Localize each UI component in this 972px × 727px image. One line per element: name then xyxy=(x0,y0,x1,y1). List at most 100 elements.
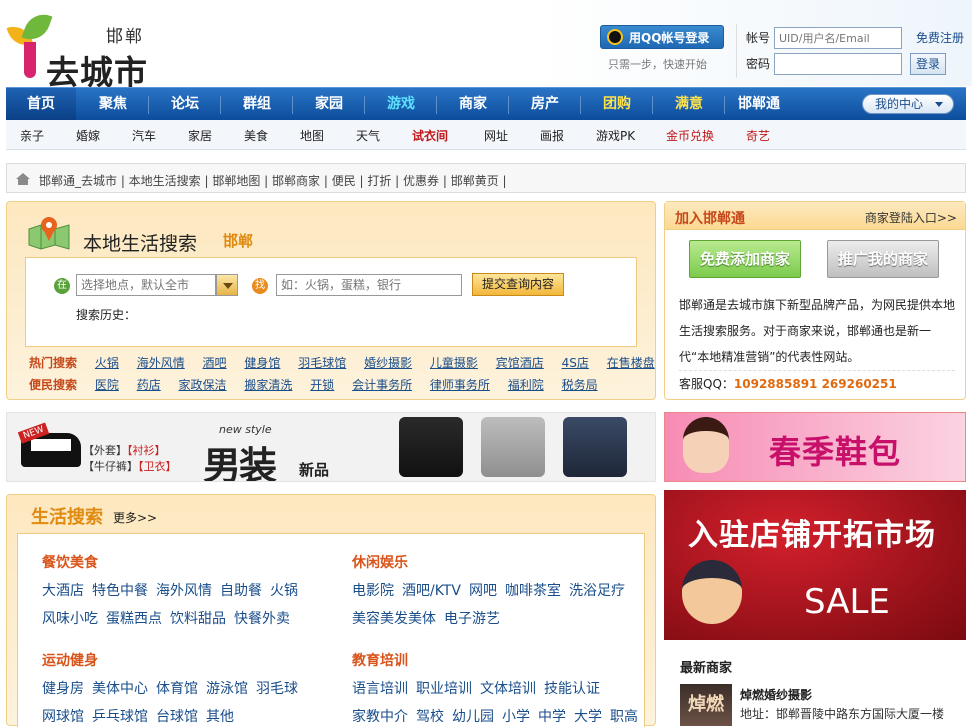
category-link[interactable]: 幼儿园 xyxy=(452,709,494,725)
nav-item-home[interactable]: 首页 xyxy=(6,88,76,121)
subnav-item[interactable]: 亲子 xyxy=(20,127,44,144)
search-city[interactable]: 邯郸 xyxy=(223,230,253,251)
hot-search-link[interactable]: 火锅 xyxy=(95,356,119,370)
breadcrumb-links[interactable]: 邯郸通_去城市 | 本地生活搜索 | 邯郸地图 | 邯郸商家 | 便民 | 打折… xyxy=(39,172,507,189)
convenience-link[interactable]: 医院 xyxy=(95,378,119,392)
category-link[interactable]: 海外风情 xyxy=(156,583,212,599)
hot-search-link[interactable]: 婚纱摄影 xyxy=(364,356,412,370)
subnav-item[interactable]: 游戏PK xyxy=(596,127,635,144)
category-link[interactable]: 特色中餐 xyxy=(92,583,148,599)
home-icon[interactable] xyxy=(15,172,31,186)
convenience-link[interactable]: 药店 xyxy=(137,378,161,392)
support-qq-numbers[interactable]: 1092885891 269260251 xyxy=(734,377,897,391)
hot-search-link[interactable]: 羽毛球馆 xyxy=(298,356,346,370)
category-link[interactable]: 大学 xyxy=(574,709,602,725)
menswear-banner[interactable]: NEW 【外套】【衬衫】 【牛仔裤】【卫衣】 new style 男装 新品 xyxy=(6,412,656,482)
subnav-item[interactable]: 地图 xyxy=(300,127,324,144)
category-link[interactable]: 语言培训 xyxy=(352,681,408,697)
add-merchant-button[interactable]: 免费添加商家 xyxy=(689,240,801,278)
nav-item-satisfied[interactable]: 满意 xyxy=(654,88,724,121)
category-link[interactable]: 蛋糕西点 xyxy=(106,611,162,627)
category-link[interactable]: 咖啡茶室 xyxy=(505,583,561,599)
nav-item-handantong[interactable]: 邯郸通 xyxy=(726,88,792,121)
category-link[interactable]: 美容美发美体 xyxy=(352,611,436,627)
category-link[interactable]: 网球馆 xyxy=(42,709,84,725)
category-link[interactable]: 羽毛球 xyxy=(256,681,298,697)
convenience-link[interactable]: 律师事务所 xyxy=(430,378,490,392)
category-link[interactable]: 驾校 xyxy=(416,709,444,725)
category-link[interactable]: 职业培训 xyxy=(416,681,472,697)
account-input[interactable] xyxy=(774,27,902,49)
convenience-link[interactable]: 会计事务所 xyxy=(352,378,412,392)
category-edu-title[interactable]: 教育培训 xyxy=(352,650,408,670)
subnav-item[interactable]: 网址 xyxy=(484,127,508,144)
subnav-item[interactable]: 婚嫁 xyxy=(76,127,100,144)
subnav-item-fitting-room[interactable]: 试衣间 xyxy=(412,127,448,144)
hot-search-link[interactable]: 在售楼盘 xyxy=(607,356,655,370)
nav-item-realestate[interactable]: 房产 xyxy=(510,88,580,121)
register-link[interactable]: 免费注册 xyxy=(916,29,964,46)
nav-item-groups[interactable]: 群组 xyxy=(222,88,292,121)
category-link[interactable]: 中学 xyxy=(538,709,566,725)
subnav-item-coins[interactable]: 金币兑换 xyxy=(666,127,714,144)
category-link[interactable]: 网吧 xyxy=(469,583,497,599)
subnav-item[interactable]: 美食 xyxy=(244,127,268,144)
hot-search-link[interactable]: 健身馆 xyxy=(244,356,280,370)
place-input[interactable] xyxy=(76,274,216,296)
category-link[interactable]: 快餐外卖 xyxy=(234,611,290,627)
hot-search-link[interactable]: 宾馆酒店 xyxy=(496,356,544,370)
category-link[interactable]: 其他 xyxy=(206,709,234,725)
category-link[interactable]: 乒乓球馆 xyxy=(92,709,148,725)
category-link[interactable]: 洗浴足疗 xyxy=(569,583,625,599)
promote-merchant-button[interactable]: 推广我的商家 xyxy=(827,240,939,278)
subnav-item[interactable]: 家居 xyxy=(188,127,212,144)
merchant-name[interactable]: 焯燃婚纱摄影 xyxy=(740,686,812,703)
category-link[interactable]: 文体培训 xyxy=(480,681,536,697)
convenience-link[interactable]: 福利院 xyxy=(508,378,544,392)
category-link[interactable]: 台球馆 xyxy=(156,709,198,725)
subnav-item[interactable]: 画报 xyxy=(540,127,564,144)
category-link[interactable]: 美体中心 xyxy=(92,681,148,697)
category-link[interactable]: 电子游艺 xyxy=(444,611,500,627)
merchant-login-link[interactable]: 商家登陆入口>> xyxy=(865,209,957,226)
category-link[interactable]: 电影院 xyxy=(352,583,394,599)
category-link[interactable]: 健身房 xyxy=(42,681,84,697)
convenience-link[interactable]: 税务局 xyxy=(562,378,598,392)
subnav-item-qiyi[interactable]: 奇艺 xyxy=(746,127,770,144)
category-link[interactable]: 饮料甜品 xyxy=(170,611,226,627)
qq-login-button[interactable]: 用QQ帐号登录 xyxy=(600,25,724,49)
nav-item-focus[interactable]: 聚焦 xyxy=(78,88,148,121)
nav-item-games[interactable]: 游戏 xyxy=(366,88,436,121)
nav-item-merchants[interactable]: 商家 xyxy=(438,88,508,121)
nav-item-groupbuy[interactable]: 团购 xyxy=(582,88,652,121)
convenience-link[interactable]: 搬家清洗 xyxy=(244,378,292,392)
password-input[interactable] xyxy=(774,53,902,75)
category-link[interactable]: 火锅 xyxy=(270,583,298,599)
keyword-input[interactable] xyxy=(276,274,462,296)
category-link[interactable]: 家教中介 xyxy=(352,709,408,725)
category-link[interactable]: 自助餐 xyxy=(220,583,262,599)
my-center-dropdown[interactable]: 我的中心 xyxy=(862,94,954,114)
category-link[interactable]: 大酒店 xyxy=(42,583,84,599)
hot-search-link[interactable]: 儿童摄影 xyxy=(430,356,478,370)
convenience-link[interactable]: 开锁 xyxy=(310,378,334,392)
site-logo[interactable]: 邯郸 去城市 xyxy=(6,9,156,92)
hot-search-link[interactable]: 海外风情 xyxy=(137,356,185,370)
category-food-title[interactable]: 餐饮美食 xyxy=(42,552,98,572)
category-link[interactable]: 游泳馆 xyxy=(206,681,248,697)
convenience-link[interactable]: 家政保洁 xyxy=(179,378,227,392)
merchant-logo[interactable]: 焯燃 xyxy=(680,684,732,726)
category-sport-title[interactable]: 运动健身 xyxy=(42,650,98,670)
category-link[interactable]: 酒吧/KTV xyxy=(402,583,461,599)
life-search-more-link[interactable]: 更多>> xyxy=(113,509,157,526)
nav-item-forum[interactable]: 论坛 xyxy=(150,88,220,121)
category-link[interactable]: 风味小吃 xyxy=(42,611,98,627)
hot-search-link[interactable]: 酒吧 xyxy=(203,356,227,370)
category-link[interactable]: 体育馆 xyxy=(156,681,198,697)
open-shop-banner[interactable]: 入驻店铺开拓市场 SALE xyxy=(664,490,966,640)
login-button[interactable]: 登录 xyxy=(910,53,946,75)
category-leisure-title[interactable]: 休闲娱乐 xyxy=(352,552,408,572)
nav-item-homeland[interactable]: 家园 xyxy=(294,88,364,121)
shoes-bags-banner[interactable]: 春季鞋包 xyxy=(664,412,966,482)
category-link[interactable]: 职高 xyxy=(610,709,638,725)
